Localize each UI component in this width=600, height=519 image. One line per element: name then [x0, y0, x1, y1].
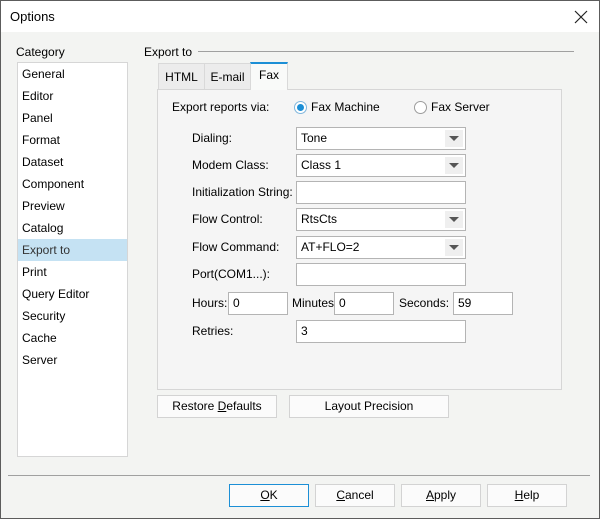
cancel-mnemonic: C [336, 488, 345, 502]
cancel-label: ancel [344, 488, 374, 502]
category-item-editor[interactable]: Editor [18, 85, 127, 107]
category-list[interactable]: General Editor Panel Format Dataset Comp… [17, 62, 128, 457]
apply-mnemonic: A [425, 488, 434, 502]
chevron-down-icon[interactable] [445, 211, 463, 228]
category-item-panel[interactable]: Panel [18, 107, 127, 129]
init-string-input[interactable] [296, 181, 466, 204]
group-divider [198, 51, 574, 52]
flow-control-label: Flow Control: [192, 212, 263, 226]
chevron-down-icon[interactable] [445, 130, 463, 147]
chevron-down-icon[interactable] [445, 239, 463, 256]
radio-unchecked-icon [414, 100, 427, 114]
ok-button[interactable]: OK [229, 484, 309, 507]
retries-label: Retries: [192, 324, 234, 338]
footer-separator [8, 475, 590, 476]
apply-button[interactable]: Apply [401, 484, 481, 507]
export-to-group-label: Export to [144, 45, 193, 59]
retries-input[interactable]: 3 [296, 320, 466, 343]
category-item-query-editor[interactable]: Query Editor [18, 283, 127, 305]
window-title: Options [10, 9, 55, 24]
radio-checked-icon [294, 100, 307, 114]
apply-label: pply [434, 488, 457, 502]
restore-defaults-button[interactable]: Restore Defaults [157, 395, 277, 418]
dialing-value: Tone [301, 131, 328, 145]
category-item-component[interactable]: Component [18, 173, 127, 195]
category-item-format[interactable]: Format [18, 129, 127, 151]
flow-control-value: RtsCts [301, 212, 337, 226]
flow-command-label: Flow Command: [192, 240, 280, 254]
title-bar: Options [1, 1, 599, 32]
category-item-general[interactable]: General [18, 63, 127, 85]
minutes-input[interactable]: 0 [334, 292, 394, 315]
radio-fax-machine[interactable]: Fax Machine [294, 100, 380, 114]
category-label: Category [16, 45, 65, 59]
restore-defaults-label-pre: Restore [172, 399, 218, 413]
category-item-server[interactable]: Server [18, 349, 127, 371]
category-item-print[interactable]: Print [18, 261, 127, 283]
category-item-catalog[interactable]: Catalog [18, 217, 127, 239]
seconds-label: Seconds: [399, 296, 450, 310]
restore-defaults-label-post: efaults [226, 399, 262, 413]
help-button[interactable]: Help [487, 484, 567, 507]
category-item-dataset[interactable]: Dataset [18, 151, 127, 173]
port-label: Port(COM1...): [192, 267, 271, 281]
port-input[interactable] [296, 263, 466, 286]
dialing-select[interactable]: Tone [296, 127, 466, 150]
modem-class-select[interactable]: Class 1 [296, 154, 466, 177]
category-item-export-to[interactable]: Export to [18, 239, 127, 261]
tab-fax[interactable]: Fax [250, 62, 288, 90]
modem-class-value: Class 1 [301, 158, 342, 172]
category-item-preview[interactable]: Preview [18, 195, 127, 217]
tab-html[interactable]: HTML [158, 63, 205, 89]
radio-fax-server[interactable]: Fax Server [414, 100, 490, 114]
chevron-down-icon[interactable] [445, 157, 463, 174]
init-string-label: Initialization String: [192, 185, 293, 199]
flow-command-value: AT+FLO=2 [301, 240, 360, 254]
radio-fax-machine-label: Fax Machine [311, 100, 380, 114]
options-dialog: Options Category General Editor Panel Fo… [0, 0, 600, 519]
modem-class-label: Modem Class: [192, 158, 269, 172]
cancel-button[interactable]: Cancel [315, 484, 395, 507]
close-icon [574, 10, 588, 24]
minutes-label: Minutes: [292, 296, 338, 310]
category-item-security[interactable]: Security [18, 305, 127, 327]
flow-command-select[interactable]: AT+FLO=2 [296, 236, 466, 259]
flow-control-select[interactable]: RtsCts [296, 208, 466, 231]
category-item-cache[interactable]: Cache [18, 327, 127, 349]
tab-email[interactable]: E-mail [204, 63, 251, 89]
dialing-label: Dialing: [192, 131, 233, 145]
hours-input[interactable]: 0 [228, 292, 288, 315]
help-label: elp [523, 488, 540, 502]
layout-precision-button[interactable]: Layout Precision [289, 395, 449, 418]
ok-label: K [269, 488, 278, 502]
hours-label: Hours: [192, 296, 228, 310]
seconds-input[interactable]: 59 [453, 292, 513, 315]
close-button[interactable] [571, 7, 591, 27]
ok-mnemonic: O [260, 488, 270, 502]
radio-fax-server-label: Fax Server [431, 100, 490, 114]
export-via-label: Export reports via: [172, 100, 270, 114]
